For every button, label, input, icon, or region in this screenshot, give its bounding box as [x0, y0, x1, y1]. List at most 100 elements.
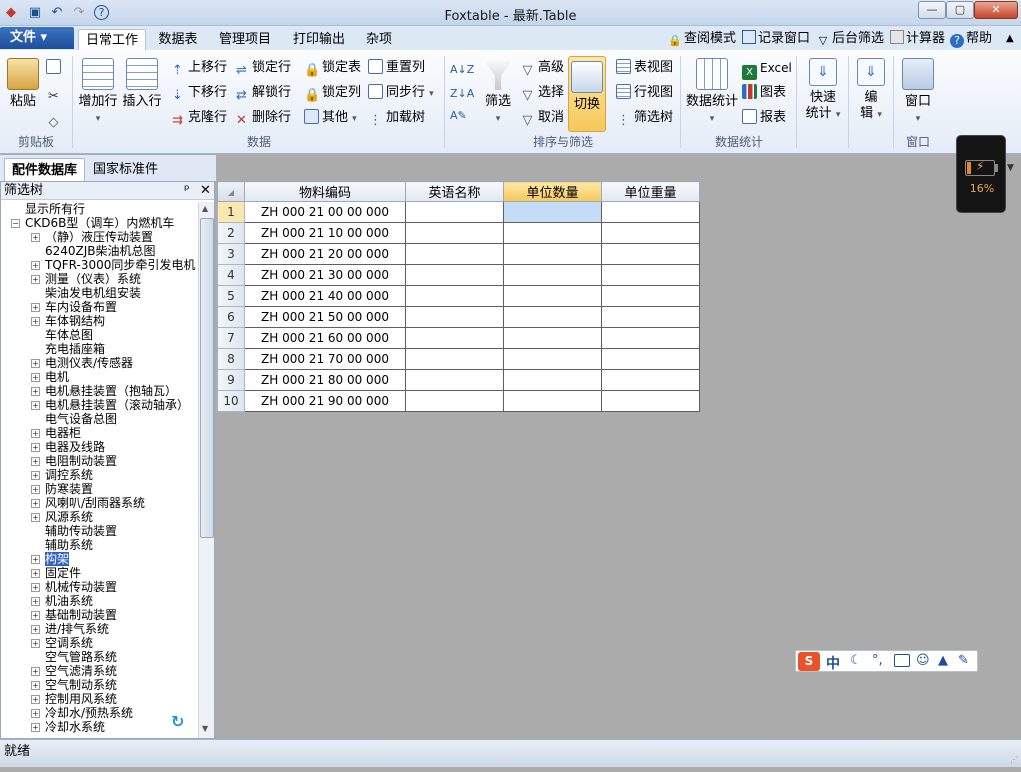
tree-node[interactable]: 进/排气系统: [45, 622, 109, 636]
ribbon-collapse-icon[interactable]: ▲: [1006, 30, 1014, 48]
tree-node[interactable]: 空气制动系统: [45, 678, 117, 692]
cell-code[interactable]: ZH 000 21 30 00 000: [244, 264, 406, 286]
tree-node[interactable]: 电测仪表/传感器: [45, 356, 133, 370]
paste-button[interactable]: 粘贴: [4, 58, 42, 110]
tab-national-standard[interactable]: 国家标准件: [86, 158, 165, 181]
expand-icon[interactable]: +: [31, 667, 40, 676]
unlock-row-button[interactable]: ⇄ 解锁行: [234, 83, 291, 103]
cell-unit-weight[interactable]: [601, 285, 700, 307]
table-view-button[interactable]: 表视图: [616, 58, 673, 78]
tree-node[interactable]: 机械传动装置: [45, 580, 117, 594]
cut-button[interactable]: ✂: [46, 84, 64, 104]
tree-scrollbar[interactable]: ▲ ▼: [198, 202, 214, 738]
minimize-button[interactable]: —: [918, 1, 946, 19]
reset-column-button[interactable]: 重置列: [368, 58, 425, 78]
chart-button[interactable]: 图表: [742, 83, 786, 103]
tree-node[interactable]: 电机悬挂装置（滚动轴承）: [45, 398, 189, 412]
row-number[interactable]: 9: [217, 369, 245, 391]
tree-node[interactable]: 风喇叭/刮雨器系统: [45, 496, 145, 510]
cell-english-name[interactable]: [405, 390, 504, 412]
row-number[interactable]: 10: [217, 390, 245, 412]
tab-parts-database[interactable]: 配件数据库: [4, 158, 86, 181]
refresh-icon[interactable]: ↻: [171, 712, 184, 731]
load-tree-button[interactable]: ⋮ 加载树: [368, 108, 425, 128]
advanced-filter-button[interactable]: ▽ 高级: [520, 58, 565, 78]
cell-unit-quantity[interactable]: [503, 201, 602, 223]
tree-node[interactable]: 车体钢结构: [45, 314, 105, 328]
table-row[interactable]: 1 ZH 000 21 00 00 000: [217, 201, 700, 223]
column-header-code[interactable]: 物料编码: [244, 181, 406, 202]
table-row[interactable]: 7 ZH 000 21 60 00 000: [217, 327, 700, 349]
lock-row-button[interactable]: ⇌ 锁定行: [234, 58, 291, 78]
expand-icon[interactable]: +: [31, 513, 40, 522]
tree-node[interactable]: 空调系统: [45, 636, 93, 650]
filter-button[interactable]: 筛选 ▾: [480, 58, 516, 127]
tab-print-output[interactable]: 打印输出: [286, 29, 352, 50]
clear-sort-button[interactable]: A✎: [450, 106, 467, 126]
grid-corner[interactable]: ◢: [217, 181, 245, 202]
cancel-filter-button[interactable]: ▽ 取消: [520, 108, 565, 128]
sort-ascending-button[interactable]: A↓Z: [450, 60, 474, 80]
cell-unit-quantity[interactable]: [503, 222, 602, 244]
row-number[interactable]: 1: [217, 201, 245, 223]
sync-row-button[interactable]: 同步行 ▾: [368, 83, 434, 103]
expand-icon[interactable]: +: [31, 681, 40, 690]
cell-unit-weight[interactable]: [601, 369, 700, 391]
expand-icon[interactable]: +: [31, 723, 40, 732]
cell-unit-weight[interactable]: [601, 390, 700, 412]
expand-icon[interactable]: +: [31, 261, 40, 270]
sort-descending-button[interactable]: Z↓A: [450, 84, 474, 104]
column-header-unit-quantity[interactable]: 单位数量: [503, 181, 602, 202]
expand-icon[interactable]: +: [31, 359, 40, 368]
cell-unit-quantity[interactable]: [503, 243, 602, 265]
row-number[interactable]: 4: [217, 264, 245, 286]
tree-node[interactable]: 6240ZJB柴油机总图: [45, 244, 156, 258]
tab-manage-project[interactable]: 管理项目: [212, 29, 278, 50]
tree-node[interactable]: 空气滤清系统: [45, 664, 117, 678]
cell-unit-quantity[interactable]: [503, 390, 602, 412]
expand-icon[interactable]: +: [31, 443, 40, 452]
expand-icon[interactable]: +: [31, 597, 40, 606]
tree-node[interactable]: 电器及线路: [45, 440, 105, 454]
tree-node[interactable]: 冷却水/预热系统: [45, 706, 133, 720]
table-row[interactable]: 8 ZH 000 21 70 00 000: [217, 348, 700, 370]
cell-code[interactable]: ZH 000 21 80 00 000: [244, 369, 406, 391]
cell-code[interactable]: ZH 000 21 90 00 000: [244, 390, 406, 412]
tab-misc[interactable]: 杂项: [358, 29, 400, 50]
clone-row-button[interactable]: ⇉ 克隆行: [170, 108, 227, 128]
tree-node[interactable]: 固定件: [45, 566, 81, 580]
view-mode-link[interactable]: 🔒 查阅模式: [668, 30, 736, 48]
row-number[interactable]: 6: [217, 306, 245, 328]
insert-row-button[interactable]: 插入行: [120, 58, 164, 110]
table-row[interactable]: 5 ZH 000 21 40 00 000: [217, 285, 700, 307]
help-link[interactable]: ? 帮助: [950, 30, 992, 48]
file-menu-button[interactable]: 文件 ▾: [0, 27, 74, 49]
cell-unit-quantity[interactable]: [503, 264, 602, 286]
expand-icon[interactable]: +: [31, 485, 40, 494]
cell-unit-quantity[interactable]: [503, 327, 602, 349]
cell-unit-quantity[interactable]: [503, 369, 602, 391]
close-button[interactable]: ✕: [974, 1, 1018, 19]
edit-button[interactable]: ⇓ 编辑 ▾: [852, 58, 890, 123]
column-header-unit-weight[interactable]: 单位重量: [601, 181, 700, 202]
tree-node[interactable]: 电机: [45, 370, 69, 384]
quick-stats-button[interactable]: ⇓ 快速 统计 ▾: [802, 58, 844, 123]
cell-english-name[interactable]: [405, 264, 504, 286]
table-row[interactable]: 9 ZH 000 21 80 00 000: [217, 369, 700, 391]
skin-icon[interactable]: ▲: [938, 653, 948, 668]
row-number[interactable]: 5: [217, 285, 245, 307]
tab-daily-work[interactable]: 日常工作: [78, 29, 146, 50]
cell-unit-quantity[interactable]: [503, 285, 602, 307]
ime-mode-icon[interactable]: 中: [826, 653, 840, 673]
row-number[interactable]: 3: [217, 243, 245, 265]
tree-node[interactable]: 风源系统: [45, 510, 93, 524]
scroll-up-icon[interactable]: ▲: [202, 204, 208, 213]
copy-button[interactable]: [46, 58, 64, 78]
tree-node[interactable]: 柴油发电机组安装: [45, 286, 141, 300]
tree-node[interactable]: 电气设备总图: [45, 412, 117, 426]
expand-icon[interactable]: +: [31, 373, 40, 382]
table-row[interactable]: 4 ZH 000 21 30 00 000: [217, 264, 700, 286]
cell-unit-weight[interactable]: [601, 264, 700, 286]
delete-row-button[interactable]: ✕ 删除行: [234, 108, 291, 128]
cell-english-name[interactable]: [405, 222, 504, 244]
